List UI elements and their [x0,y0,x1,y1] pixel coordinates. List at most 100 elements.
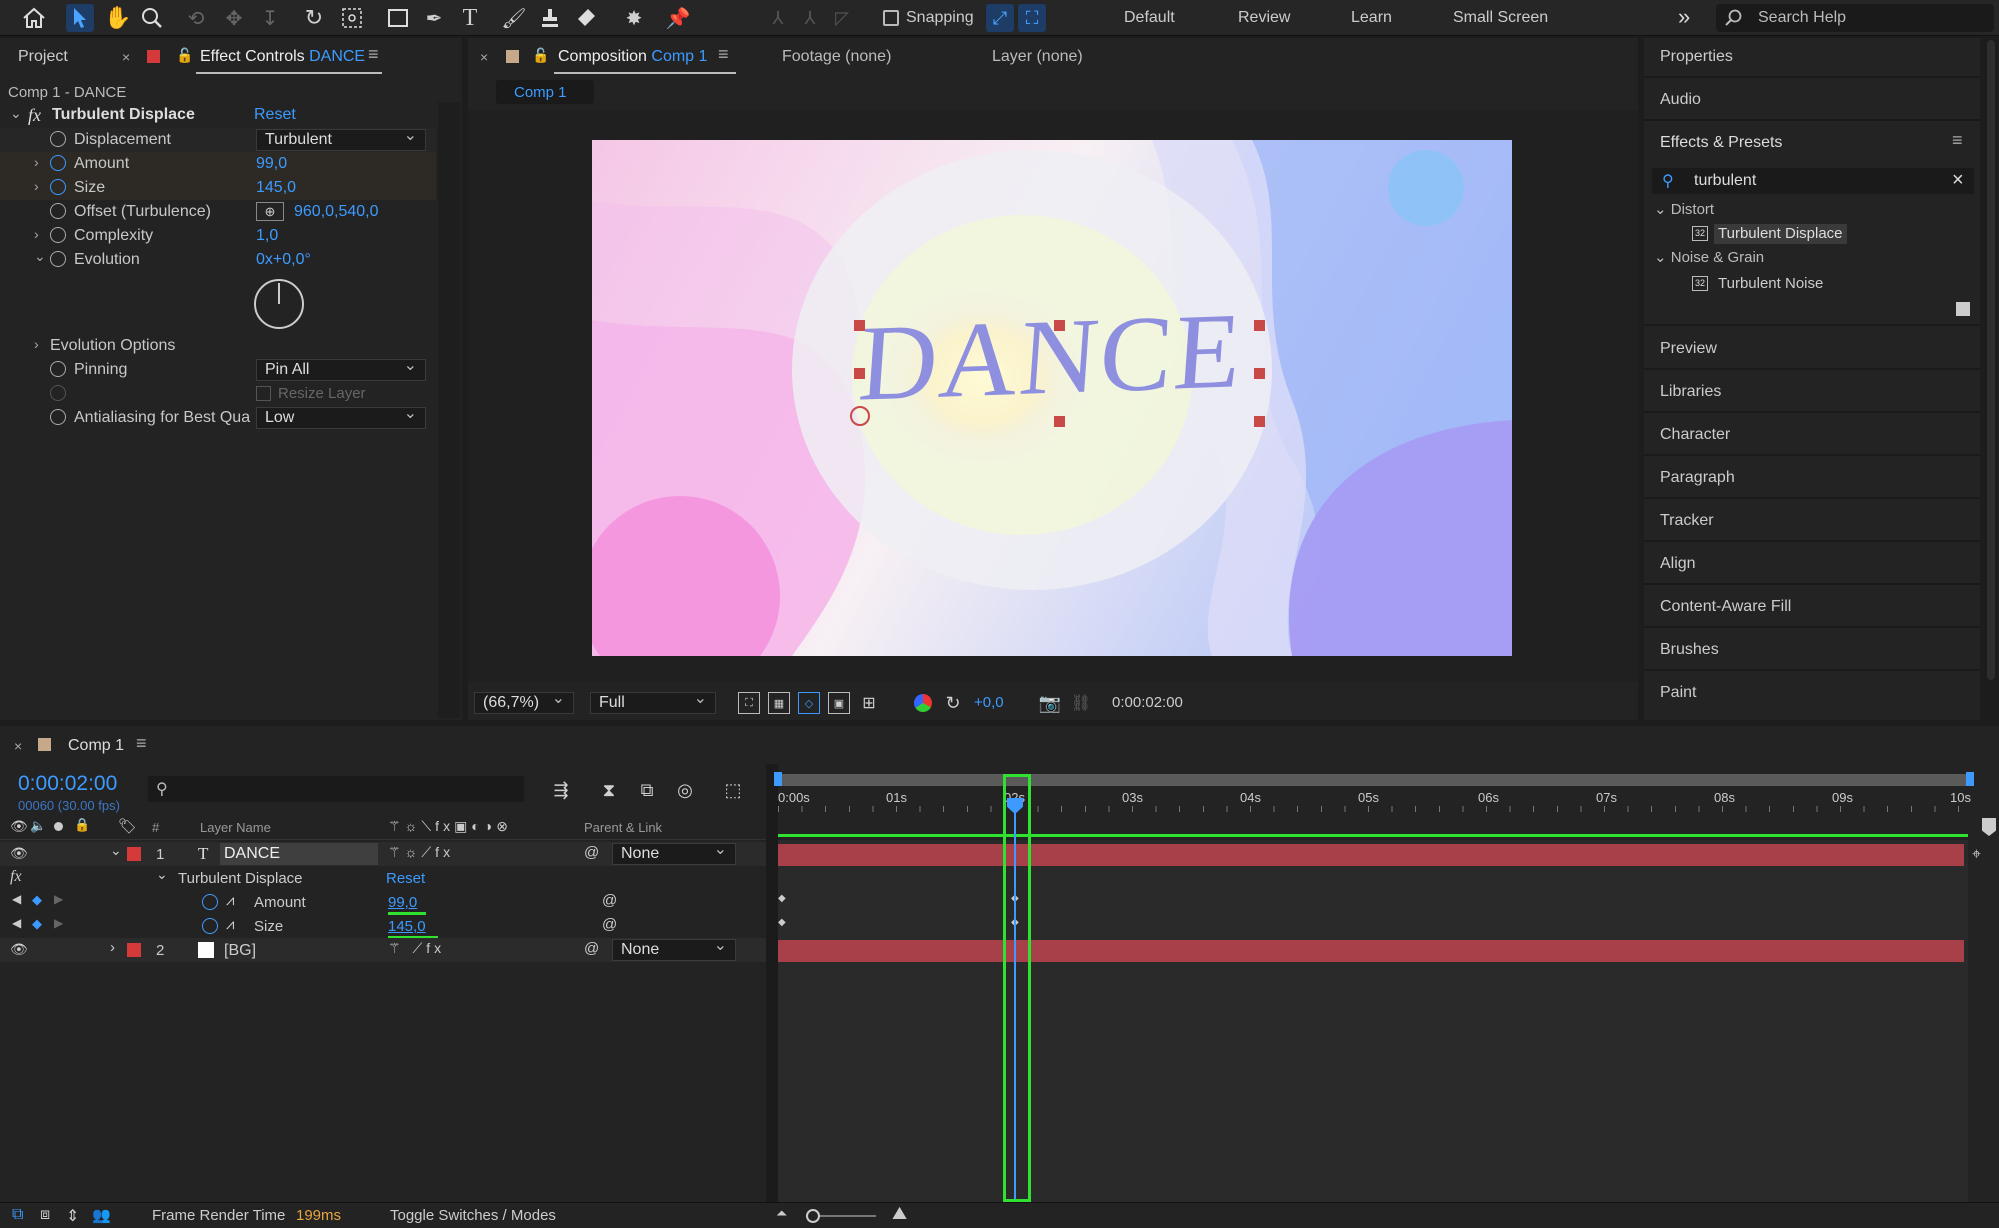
workspace-learn[interactable]: Learn [1351,9,1392,27]
axis-view-icon[interactable]: ◸ [828,4,856,32]
layer-name[interactable]: [BG] [224,942,256,960]
stopwatch-icon[interactable] [50,409,66,425]
work-area-bar[interactable] [778,774,1970,786]
offset-value[interactable]: 960,0,540,0 [294,203,379,221]
dolly-camera-icon[interactable]: ↧ [256,4,284,32]
layer-label-color[interactable] [127,943,141,957]
effect-item-turbulent-displace[interactable]: 32 Turbulent Displace [1692,224,1864,244]
draft-3d-icon[interactable]: ⧗ [596,778,622,802]
clear-search-icon[interactable]: × [1952,169,1964,192]
search-help-box[interactable]: Search Help [1716,4,1994,32]
next-keyframe-icon[interactable]: ▶ [54,916,63,930]
anchor-point-icon[interactable] [850,406,870,426]
hide-shy-icon[interactable]: ⧉ [634,778,660,802]
panel-tracker[interactable]: Tracker [1660,512,1714,530]
selection-handle[interactable] [1254,320,1265,331]
eye-icon[interactable]: 👁 [10,818,28,835]
rectangle-tool-icon[interactable] [384,4,412,32]
keyframe-navigator-icon[interactable]: ⌖ [1972,846,1981,864]
effect-row[interactable]: fx ⌄ Turbulent Displace Reset [0,866,766,890]
panel-paint[interactable]: Paint [1660,684,1696,702]
workspace-overflow-icon[interactable]: » [1678,4,1690,30]
stopwatch-icon[interactable] [50,203,66,219]
pinning-dropdown[interactable]: Pin All [256,356,426,381]
graph-editor-icon[interactable]: ⬚ [720,778,746,802]
comp-canvas[interactable]: DANCE [592,140,1512,656]
col-layer-name[interactable]: Layer Name [200,820,271,835]
transparency-grid-icon[interactable]: ▦ [768,692,790,714]
comp-mini-flowchart-icon[interactable]: ⇶ [548,778,574,802]
label-tag-icon[interactable]: 🏷 [118,817,137,835]
tab-composition[interactable]: Composition Comp 1 [558,48,707,66]
layer-switches[interactable]: ⚚☼⟋fx [388,844,454,861]
current-time[interactable]: 0:00:02:00 [18,772,117,796]
chevron-down-icon[interactable]: ⌄ [10,105,22,122]
eye-icon[interactable]: 👁 [10,845,28,862]
evolution-value[interactable]: 0x+0,0° [256,251,311,269]
effect-reset-link[interactable]: Reset [386,870,425,887]
chevron-right-icon[interactable]: › [34,178,39,194]
eye-icon[interactable]: 👁 [10,941,28,958]
mask-path-icon[interactable]: ◇ [798,692,820,714]
panel-character[interactable]: Character [1660,426,1730,444]
right-scrollbar[interactable] [1984,38,1998,720]
complexity-value[interactable]: 1,0 [256,227,278,245]
safe-zones-icon[interactable]: ▣ [828,692,850,714]
panel-preview[interactable]: Preview [1660,340,1717,358]
slider-thumb[interactable] [806,1209,820,1223]
chevron-right-icon[interactable]: › [110,939,115,956]
prev-keyframe-icon[interactable]: ◀ [12,892,21,906]
group-noise-grain[interactable]: ⌄ Noise & Grain [1654,248,1764,266]
keyframe-size-start[interactable]: ◆ [778,917,786,928]
property-row-size[interactable]: ◀ ◆ ▶ ⩘ Size 145,0 @ [0,914,766,939]
comp-end-marker[interactable] [1982,818,1996,836]
selection-handle[interactable] [1054,416,1065,427]
pan-behind-icon[interactable] [338,4,366,32]
selection-handle[interactable] [1254,368,1265,379]
panel-align[interactable]: Align [1660,555,1696,573]
selection-handle[interactable] [854,320,865,331]
tab-layer[interactable]: Layer (none) [992,48,1083,66]
selection-handle[interactable] [1254,416,1265,427]
lock-icon[interactable]: 🔓 [176,47,193,64]
selection-tool-icon[interactable] [66,4,94,32]
chevron-down-icon[interactable]: ⌄ [34,248,46,265]
panel-libraries[interactable]: Libraries [1660,383,1721,401]
stopwatch-icon[interactable] [50,361,66,377]
chevron-right-icon[interactable]: › [34,336,39,352]
snapping-checkbox[interactable] [883,10,899,26]
evolution-dial[interactable] [254,279,304,329]
scrollbar-thumb[interactable] [1987,40,1995,680]
color-channels-icon[interactable] [914,694,932,712]
solo-icon[interactable] [54,822,63,831]
zoom-dropdown[interactable]: (66,7%) [474,689,574,714]
chevron-down-icon[interactable]: ⌄ [156,866,168,883]
keyframe-amount-start[interactable]: ◆ [778,893,786,904]
show-snapshot-icon[interactable]: ⛓ [1070,692,1092,714]
displacement-dropdown[interactable]: Turbulent [256,126,426,151]
axis-world-icon[interactable]: ⅄ [796,4,824,32]
chevron-down-icon[interactable]: ⌄ [110,842,122,859]
users-icon[interactable]: 👥 [92,1206,111,1224]
label-color-swatch[interactable] [147,50,160,63]
region-of-interest-icon[interactable]: ⛶ [738,692,760,714]
panel-scrollbar[interactable] [438,102,460,718]
panel-effects-presets[interactable]: Effects & Presets [1660,134,1782,152]
rotate-tool-icon[interactable]: ↻ [300,4,328,32]
adjust-icon[interactable]: ⇕ [66,1206,79,1226]
amount-value[interactable]: 99,0 [256,155,287,173]
work-area-start-handle[interactable] [774,772,782,786]
expression-pick-whip-icon[interactable]: @ [602,916,617,933]
stopwatch-icon[interactable] [50,251,66,267]
resolution-dropdown[interactable]: Full [590,689,716,714]
size-value[interactable]: 145,0 [388,918,426,935]
zoom-in-icon[interactable]: ⛰ [892,1203,907,1224]
fx-icon[interactable]: fx [10,868,22,886]
hand-tool-icon[interactable]: ✋ [104,4,132,32]
add-keyframe-icon[interactable]: ◆ [32,892,42,908]
layer-row-1[interactable]: 👁 ⌄ 1 T DANCE ⚚☼⟋fx @ None [0,840,766,866]
camera-snapshot-icon[interactable]: 📷 [1038,692,1062,714]
stopwatch-icon[interactable] [202,894,218,910]
panel-properties[interactable]: Properties [1660,48,1733,66]
layer-bar-1[interactable] [778,844,1964,866]
